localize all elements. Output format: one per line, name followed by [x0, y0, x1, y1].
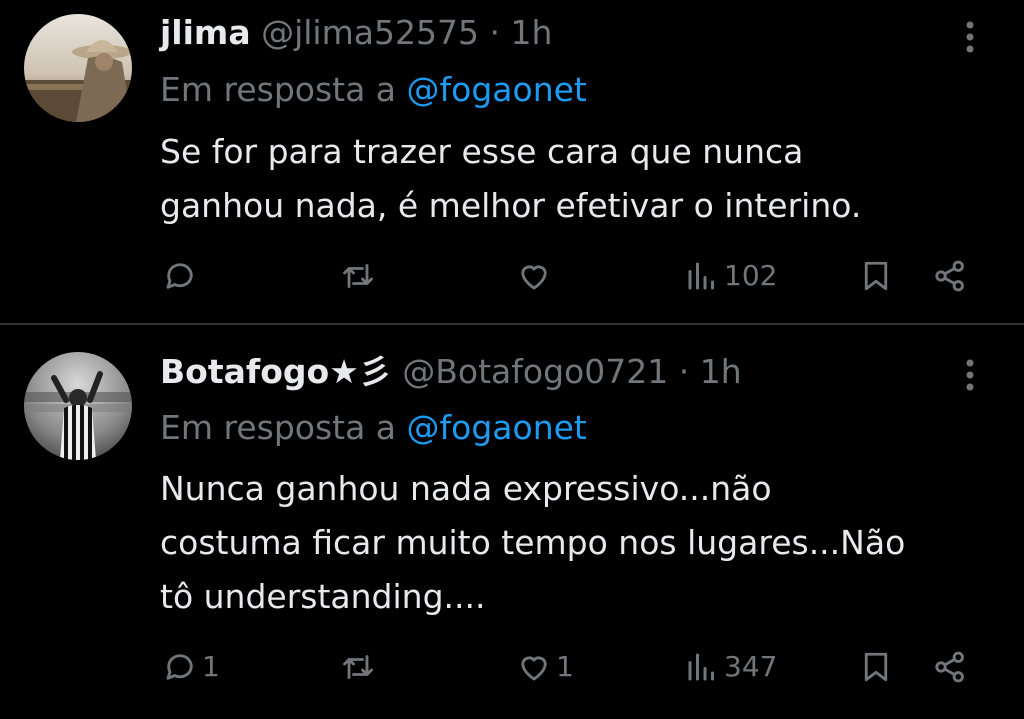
- display-name[interactable]: jlima: [160, 13, 251, 52]
- reply-icon: [166, 263, 193, 289]
- reply-context: Em resposta a @fogaonet: [160, 406, 587, 450]
- share-button[interactable]: [932, 256, 968, 296]
- tweet-text-line: Se for para trazer esse cara que nunca: [160, 132, 804, 171]
- separator: ·: [678, 352, 690, 391]
- bookmark-icon: [864, 261, 888, 291]
- reply-prefix: Em resposta a: [160, 408, 397, 447]
- tweet-text-line: Nunca ganhou nada expressivo...não: [160, 469, 772, 508]
- separator: ·: [489, 13, 500, 52]
- action-bar: 102: [0, 256, 1024, 296]
- share-button[interactable]: [932, 647, 968, 687]
- retweet-button[interactable]: [340, 647, 380, 687]
- tweet[interactable]: Botafogo★彡 @Botafogo0721 · 1h Em respost…: [0, 325, 1024, 719]
- user-handle[interactable]: @jlima52575: [261, 13, 479, 52]
- retweet-icon: [343, 655, 373, 679]
- views-button[interactable]: 102: [684, 256, 777, 296]
- tweet-header: jlima @jlima52575 · 1h: [160, 11, 552, 55]
- like-icon: [521, 656, 547, 681]
- views-icon: [688, 653, 714, 681]
- reply-mention-link[interactable]: @fogaonet: [407, 70, 587, 109]
- tweet-text-line: ganhou nada, é melhor efetivar o interin…: [160, 186, 862, 225]
- bookmark-button[interactable]: [858, 647, 894, 687]
- share-icon: [935, 651, 964, 683]
- bookmark-icon: [864, 652, 888, 682]
- reply-prefix: Em resposta a: [160, 70, 397, 109]
- tweet[interactable]: jlima @jlima52575 · 1h Em resposta a @fo…: [0, 0, 1024, 324]
- tweet-text-line: costuma ficar muito tempo nos lugares...…: [160, 523, 906, 562]
- bookmark-button[interactable]: [858, 256, 894, 296]
- display-name[interactable]: Botafogo★彡: [160, 352, 392, 391]
- views-count: 347: [724, 650, 778, 683]
- like-icon: [521, 265, 547, 290]
- tweet-header: Botafogo★彡 @Botafogo0721 · 1h: [160, 350, 742, 394]
- reply-mention-link[interactable]: @fogaonet: [407, 408, 587, 447]
- tweet-text-line: tô understanding....: [160, 577, 486, 616]
- reply-button[interactable]: [162, 256, 202, 296]
- avatar[interactable]: [24, 352, 132, 460]
- share-icon: [935, 260, 964, 292]
- avatar[interactable]: [24, 14, 132, 122]
- like-button[interactable]: 1: [516, 647, 574, 687]
- like-count: 1: [556, 650, 574, 683]
- views-icon: [688, 262, 714, 290]
- user-handle[interactable]: @Botafogo0721: [402, 352, 668, 391]
- tweet-text: Nunca ganhou nada expressivo...não costu…: [160, 462, 1000, 624]
- views-count: 102: [724, 259, 778, 292]
- retweet-icon: [343, 264, 373, 288]
- retweet-button[interactable]: [340, 256, 380, 296]
- action-bar: 1 1 347: [0, 647, 1024, 687]
- timestamp[interactable]: 1h: [510, 13, 552, 52]
- more-icon[interactable]: [958, 17, 982, 57]
- reply-button[interactable]: 1: [162, 647, 220, 687]
- timestamp[interactable]: 1h: [700, 352, 742, 391]
- views-button[interactable]: 347: [684, 647, 777, 687]
- more-icon[interactable]: [958, 355, 982, 395]
- reply-count: 1: [202, 650, 220, 683]
- reply-context: Em resposta a @fogaonet: [160, 68, 587, 112]
- like-button[interactable]: [516, 256, 556, 296]
- tweet-text: Se for para trazer esse cara que nunca g…: [160, 125, 1000, 233]
- reply-icon: [166, 654, 193, 680]
